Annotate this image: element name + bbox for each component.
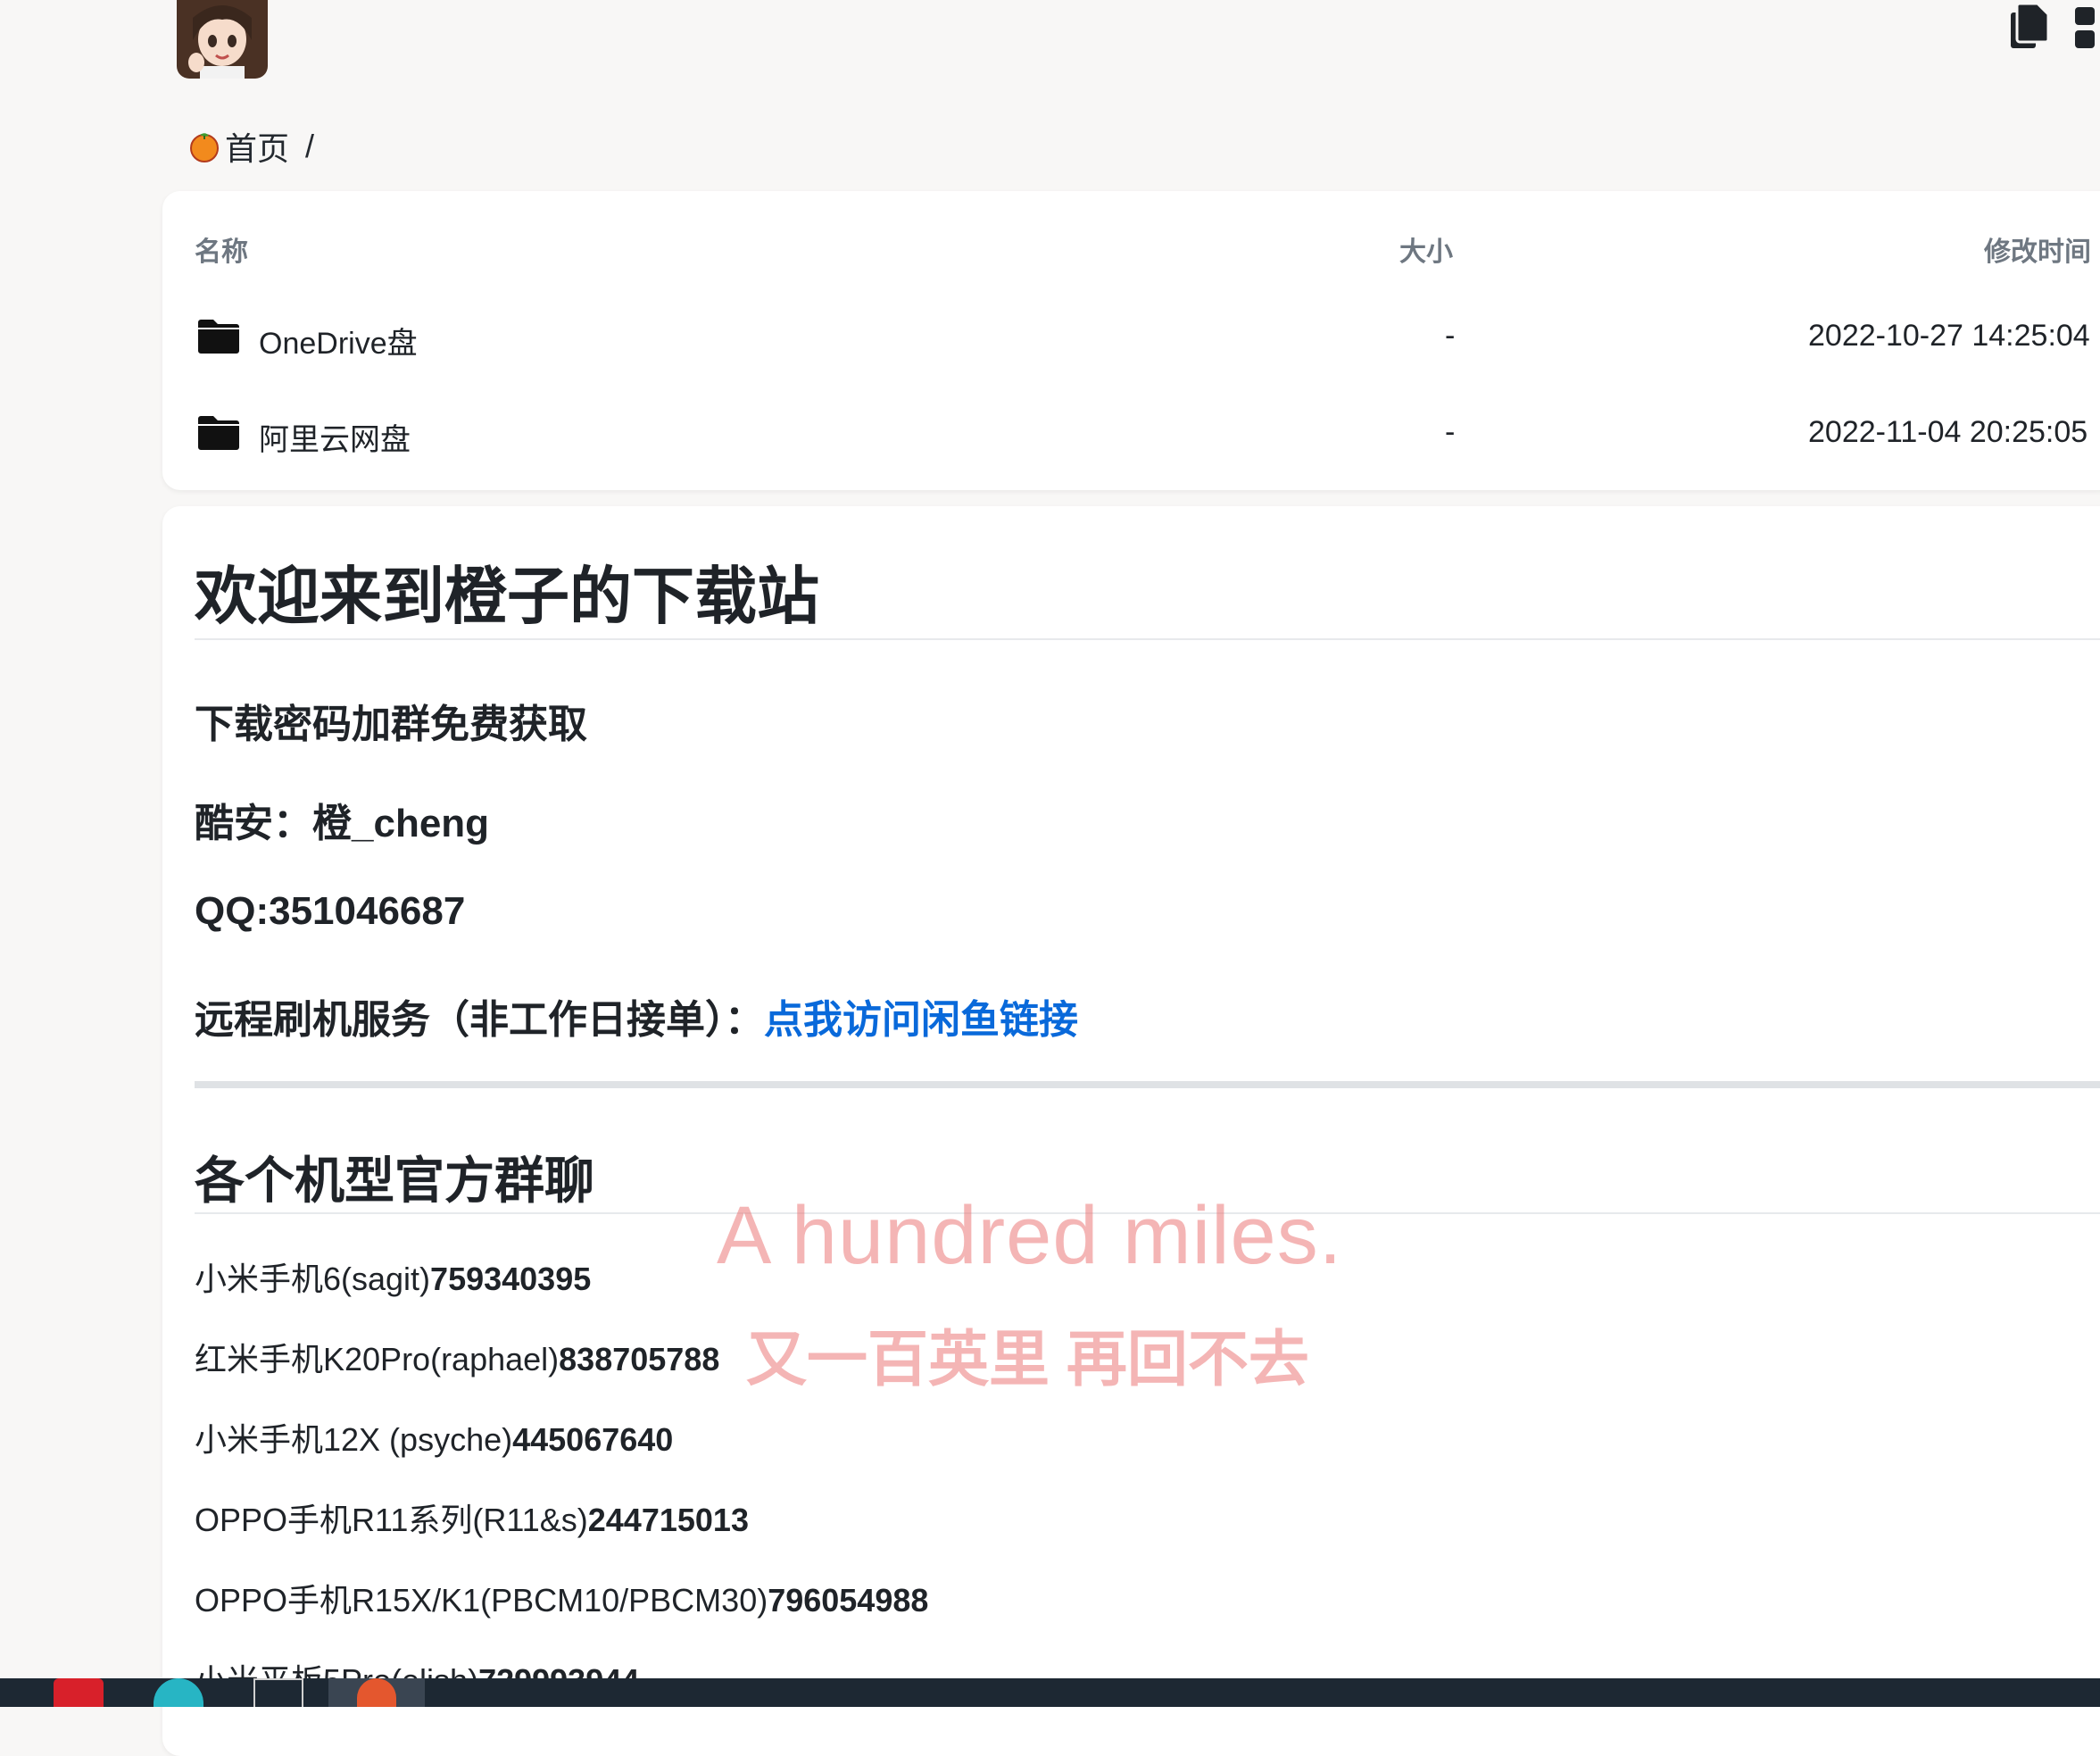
top-toolbar xyxy=(2009,0,2100,54)
folder-icon xyxy=(198,320,239,354)
readme-coolapk: 酷安：橙_cheng xyxy=(195,802,490,845)
group-model: OPPO手机R15X/K1(PBCM10/PBCM30) xyxy=(195,1582,768,1619)
group-number: 838705788 xyxy=(559,1341,720,1377)
os-taskbar xyxy=(0,1678,2100,1707)
horizontal-rule xyxy=(195,1081,2100,1088)
column-header-modified[interactable]: 修改时间 xyxy=(1984,229,2091,269)
group-model: OPPO手机R11系列(R11&s) xyxy=(195,1502,588,1538)
taskbar-active-app[interactable] xyxy=(328,1678,425,1707)
column-header-size[interactable]: 大小 xyxy=(1399,229,1453,269)
file-modified: 2022-11-04 20:25:05 xyxy=(1808,415,2088,449)
list-item: OPPO手机R11系列(R11&s)244715013 xyxy=(195,1494,749,1541)
readme-remote-service: 远程刷机服务（非工作日接单）：点我访问闲鱼链接 xyxy=(195,987,1078,1044)
group-number: 445067640 xyxy=(512,1421,674,1458)
group-number: 244715013 xyxy=(587,1502,749,1538)
file-size: - xyxy=(1445,415,1456,449)
taskbar-window-icon[interactable] xyxy=(253,1678,303,1707)
list-item: 小米手机12X (psyche)445067640 xyxy=(195,1414,673,1461)
file-name[interactable]: 阿里云网盘 xyxy=(259,415,411,459)
orange-icon xyxy=(190,133,219,162)
file-row-aliyun[interactable]: 阿里云网盘 - 2022-11-04 20:25:05 xyxy=(162,395,2100,476)
title-divider xyxy=(195,638,2100,640)
breadcrumb-separator: / xyxy=(305,128,315,164)
watermark-line-2: 又一百英里 再回不去 xyxy=(746,1326,1309,1394)
taskbar-app-icon[interactable] xyxy=(54,1678,104,1707)
list-item: OPPO手机R15X/K1(PBCM10/PBCM30)796054988 xyxy=(195,1575,928,1621)
file-name[interactable]: OneDrive盘 xyxy=(259,319,418,362)
remote-service-label: 远程刷机服务（非工作日接单）： xyxy=(195,998,764,1042)
avatar[interactable] xyxy=(177,0,268,79)
file-modified: 2022-10-27 14:25:04 xyxy=(1808,319,2090,353)
groups-heading: 各个机型官方群聊 xyxy=(195,1153,594,1209)
readme-title: 欢迎来到橙子的下载站 xyxy=(195,562,819,631)
readme-download-password: 下载密码加群免费获取 xyxy=(195,703,587,746)
group-model: 红米手机K20Pro(raphael) xyxy=(195,1341,560,1377)
breadcrumb-home-link[interactable]: 首页 xyxy=(225,123,289,170)
list-item: 小米手机6(sagit)759340395 xyxy=(195,1253,591,1300)
group-model: 小米手机12X (psyche) xyxy=(195,1421,513,1458)
watermark-line-1: A hundred miles. xyxy=(717,1190,1343,1281)
grid-icon[interactable] xyxy=(2073,0,2100,54)
folder-icon xyxy=(198,416,239,450)
xianyu-link[interactable]: 点我访问闲鱼链接 xyxy=(764,998,1078,1042)
taskbar-browser-icon[interactable] xyxy=(154,1678,203,1707)
column-header-name[interactable]: 名称 xyxy=(195,229,248,269)
anime-girl-avatar-image xyxy=(177,0,268,79)
copy-icon[interactable] xyxy=(2009,0,2050,54)
group-model: 小米手机6(sagit) xyxy=(195,1261,431,1297)
file-size: - xyxy=(1445,319,1456,353)
list-item: 红米手机K20Pro(raphael)838705788 xyxy=(195,1334,719,1380)
readme-qq: QQ:351046687 xyxy=(195,889,466,933)
breadcrumb: 首页 / xyxy=(187,123,314,170)
group-number: 759340395 xyxy=(430,1261,592,1297)
taskbar-active-app-icon xyxy=(357,1678,396,1707)
group-number: 796054988 xyxy=(768,1582,929,1619)
file-row-onedrive[interactable]: OneDrive盘 - 2022-10-27 14:25:04 xyxy=(162,299,2100,379)
